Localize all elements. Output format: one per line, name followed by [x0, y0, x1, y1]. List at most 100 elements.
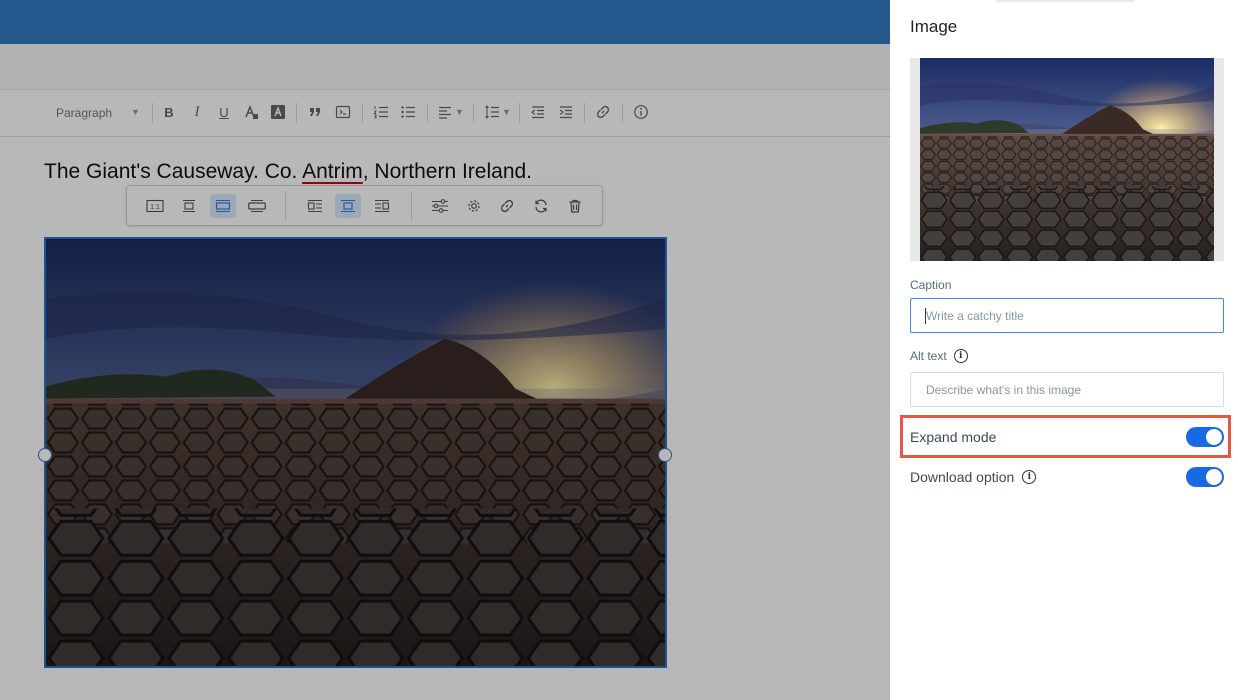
quote-icon: [310, 108, 320, 116]
info-icon[interactable]: i: [953, 349, 968, 363]
insert-link-button[interactable]: [592, 101, 614, 123]
numbered-list-button[interactable]: [370, 101, 392, 123]
underline-button[interactable]: U: [213, 101, 235, 123]
chevron-down-icon[interactable]: ▼: [502, 107, 511, 117]
bullet-list-icon: [401, 106, 415, 118]
download-option-label: Download option i: [910, 469, 1037, 485]
caption-label: Caption: [910, 278, 951, 292]
full-width-button[interactable]: [244, 194, 270, 218]
text-caret: [925, 308, 926, 324]
align-left-icon: [439, 106, 451, 119]
toolbar-divider: [296, 103, 297, 123]
info-button[interactable]: [630, 101, 652, 123]
selected-image[interactable]: [44, 237, 667, 668]
original-size-icon: 1:1: [146, 199, 164, 213]
replace-icon: [535, 199, 547, 213]
heading-text-part: The Giant's Causeway. Co.: [44, 160, 303, 183]
gear-icon: [468, 200, 480, 212]
align-image-center-button[interactable]: [335, 194, 361, 218]
trash-icon: [569, 199, 581, 213]
align-image-center-icon: [341, 199, 355, 213]
bullet-list-button[interactable]: [397, 101, 419, 123]
chevron-down-icon[interactable]: ▼: [455, 107, 464, 117]
toolbar-divider: [362, 103, 363, 123]
image-settings-button[interactable]: [461, 194, 487, 218]
misspelled-word: Antrim: [302, 160, 363, 183]
original-size-button[interactable]: 1:1: [142, 194, 168, 218]
toolbar-divider: [473, 103, 474, 123]
numbered-list-icon: [373, 106, 388, 119]
toolbar-divider: [622, 103, 623, 123]
italic-button[interactable]: I: [186, 101, 208, 123]
image-settings-panel: Image Caption Alt text i E: [890, 0, 1238, 700]
align-image-left-button[interactable]: [302, 194, 328, 218]
download-option-row: Download option i: [910, 462, 1224, 492]
underline-icon: U: [219, 104, 229, 120]
editor-area: Paragraph ▼ B I U ▼ ▼ The Giant's Causew…: [0, 0, 890, 700]
image-link-button[interactable]: [494, 194, 520, 218]
caption-label-text: Caption: [910, 278, 952, 292]
toolbar-divider: [427, 103, 428, 123]
toolbar-divider: [285, 191, 286, 221]
info-icon: [634, 105, 648, 119]
bold-icon: B: [164, 104, 174, 120]
increase-indent-icon: [559, 106, 572, 119]
content-heading[interactable]: The Giant's Causeway. Co. Antrim, Northe…: [44, 160, 532, 184]
alt-text-input[interactable]: [910, 372, 1224, 407]
align-image-left-icon: [307, 199, 322, 213]
delete-image-button[interactable]: [562, 194, 588, 218]
align-image-right-button[interactable]: [369, 194, 395, 218]
italic-icon: I: [194, 103, 200, 120]
toolbar-divider: [519, 103, 520, 123]
code-block-button[interactable]: [332, 101, 354, 123]
toolbar-divider: [584, 103, 585, 123]
small-size-icon: [183, 199, 195, 213]
paragraph-style-dropdown[interactable]: Paragraph: [56, 106, 112, 120]
code-block-icon: [335, 105, 351, 119]
highlight-color-button[interactable]: [267, 101, 289, 123]
full-width-icon: [248, 199, 266, 213]
image-settings-adjust-button[interactable]: [427, 194, 453, 218]
replace-image-button[interactable]: [528, 194, 554, 218]
highlight-icon: [271, 105, 285, 119]
panel-title: Image: [910, 17, 958, 36]
alignment-dropdown[interactable]: [434, 101, 456, 123]
text-color-button[interactable]: [240, 101, 262, 123]
increase-indent-button[interactable]: [555, 101, 577, 123]
panel-grip: [995, 0, 1135, 2]
heading-text-part: , Northern Ireland.: [362, 160, 533, 183]
causeway-photo: [46, 239, 665, 666]
text-color-icon: [245, 104, 258, 119]
small-size-button[interactable]: [176, 194, 202, 218]
image-preview: [910, 58, 1224, 261]
link-icon: [500, 199, 514, 213]
decrease-indent-button[interactable]: [527, 101, 549, 123]
alt-text-label: Alt text i: [910, 349, 968, 363]
resize-handle-left[interactable]: [38, 448, 52, 462]
toolbar-divider: [152, 103, 153, 123]
download-option-label-text: Download option: [910, 469, 1015, 485]
chevron-down-icon[interactable]: ▼: [131, 107, 140, 117]
download-option-toggle[interactable]: [1186, 467, 1224, 487]
highlight-annotation: [900, 415, 1231, 458]
caption-input[interactable]: [910, 298, 1224, 333]
quote-button[interactable]: [304, 101, 326, 123]
align-image-right-icon: [375, 199, 390, 213]
line-spacing-icon: [485, 105, 499, 119]
link-icon: [596, 105, 610, 119]
info-icon[interactable]: i: [1022, 470, 1037, 484]
bold-button[interactable]: B: [158, 101, 180, 123]
content-width-button[interactable]: [210, 194, 236, 218]
editor-header-strip: [0, 44, 890, 90]
editor-top-bar: [0, 0, 890, 44]
text-formatting-toolbar: Paragraph ▼ B I U ▼ ▼: [0, 90, 890, 137]
original-size-label: 1:1: [150, 204, 160, 211]
toolbar-divider: [411, 191, 412, 221]
preview-photo: [920, 58, 1214, 261]
resize-handle-right[interactable]: [658, 448, 672, 462]
image-toolbar: 1:1: [126, 185, 603, 226]
line-spacing-dropdown[interactable]: [481, 101, 503, 123]
content-width-icon: [215, 199, 231, 213]
decrease-indent-icon: [531, 106, 544, 119]
alt-text-label-text: Alt text: [910, 349, 947, 363]
